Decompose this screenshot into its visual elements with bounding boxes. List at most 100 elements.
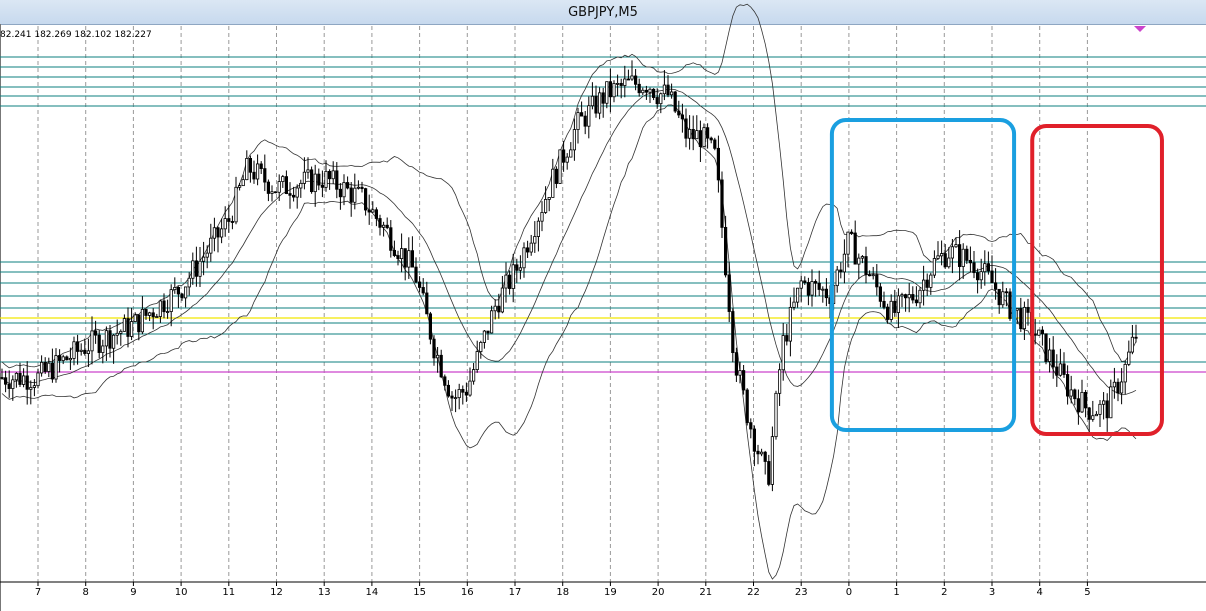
candle-body <box>191 260 195 279</box>
candle-body <box>756 450 760 455</box>
candle-body <box>309 169 314 193</box>
candle-body <box>176 287 180 295</box>
candle-body <box>630 75 634 80</box>
candle-body <box>1134 336 1138 339</box>
bollinger-middle-band <box>1 88 1137 396</box>
candle-body <box>853 232 857 265</box>
shift-marker-icon[interactable] <box>1134 26 1146 32</box>
candle-body <box>626 78 631 81</box>
candle-body <box>122 318 126 332</box>
ohlc-readout: 82.241 182.269 182.102 182.227 <box>0 30 152 40</box>
candle-body <box>21 375 26 385</box>
candle-body <box>183 286 188 299</box>
x-tick-label: 20 <box>652 587 665 598</box>
candle-body <box>385 224 389 229</box>
candle-body <box>1127 351 1131 365</box>
candle-body <box>929 274 933 288</box>
candle-body <box>72 341 76 359</box>
x-tick-label: 10 <box>175 587 188 598</box>
candle-body <box>209 237 213 254</box>
candle-body <box>374 209 379 219</box>
candle-body <box>79 349 83 352</box>
candle-body <box>922 279 926 291</box>
candle-body <box>363 188 368 211</box>
candle-body <box>277 181 281 193</box>
candle-body <box>0 377 4 379</box>
candle-body <box>25 375 29 390</box>
candle-body <box>327 170 332 180</box>
candle-body <box>958 244 962 267</box>
candle-body <box>126 318 130 337</box>
candle-body <box>835 269 839 287</box>
x-tick-label: 23 <box>795 587 808 598</box>
candle-body <box>1062 363 1066 375</box>
candle-body <box>1026 306 1030 313</box>
x-tick-label: 22 <box>747 587 760 598</box>
candle-body <box>227 218 231 222</box>
x-tick-label: 1 <box>893 587 899 598</box>
x-tick-label: 5 <box>1084 587 1090 598</box>
candle-body <box>61 356 65 361</box>
candle-body <box>399 248 404 260</box>
candle-body <box>331 170 335 180</box>
candle-body <box>544 199 548 213</box>
candle-body <box>846 231 850 255</box>
candle-body <box>1098 403 1102 415</box>
candle-body <box>11 379 15 389</box>
candle-body <box>414 266 418 283</box>
candle-body <box>940 253 944 257</box>
candle-body <box>562 149 566 163</box>
x-tick-label: 15 <box>413 587 426 598</box>
candle-body <box>968 259 973 264</box>
candle-body <box>446 384 451 397</box>
candle-body <box>641 89 645 94</box>
candle-body <box>576 112 580 130</box>
candle-body <box>475 351 479 371</box>
candle-body <box>994 282 998 290</box>
candle-body <box>1102 400 1106 405</box>
candle-body <box>720 179 724 228</box>
candle-body <box>652 88 656 98</box>
x-tick-label: 4 <box>1037 587 1043 598</box>
candle-body <box>904 294 908 299</box>
candle-body <box>169 289 173 312</box>
candle-body <box>763 451 767 462</box>
candle-body <box>1044 333 1048 362</box>
price-chart[interactable]: 7 8 9 10 11 12 13 14 15 16 17 18 19 20 21 22 23 0 1 2 3 4 5 <box>0 0 1206 611</box>
candle-body <box>515 264 519 271</box>
candle-body <box>1076 398 1080 413</box>
candle-body <box>500 287 505 313</box>
candle-body <box>882 300 886 308</box>
candle-body <box>65 356 69 361</box>
bollinger-lower-band <box>1 104 1137 580</box>
candle-body <box>112 334 116 349</box>
candle-body <box>1040 329 1044 335</box>
candle-body <box>1033 333 1037 336</box>
candle-body <box>1123 363 1127 383</box>
candle-body <box>392 249 397 256</box>
candle-body <box>457 389 461 399</box>
candle-body <box>151 312 155 318</box>
candle-body <box>486 330 490 334</box>
candle-body <box>590 95 595 107</box>
candle-body <box>291 194 296 198</box>
candle-body <box>137 314 141 333</box>
candle-body <box>950 246 955 259</box>
candle-body <box>255 163 260 180</box>
candlesticks <box>0 60 1138 492</box>
candle-body <box>493 305 497 312</box>
candle-body <box>342 182 346 198</box>
candle-body <box>230 221 234 223</box>
candle-body <box>115 332 119 336</box>
candle-body <box>605 81 609 104</box>
x-tick-label: 17 <box>509 587 522 598</box>
candle-body <box>212 227 216 239</box>
candle-body <box>936 255 940 259</box>
candle-body <box>1004 291 1009 294</box>
x-tick-label: 13 <box>318 587 331 598</box>
candle-body <box>889 300 893 320</box>
x-tick-label: 14 <box>366 587 379 598</box>
candle-body <box>104 330 108 347</box>
candle-body <box>180 293 184 299</box>
candle-body <box>727 274 731 312</box>
